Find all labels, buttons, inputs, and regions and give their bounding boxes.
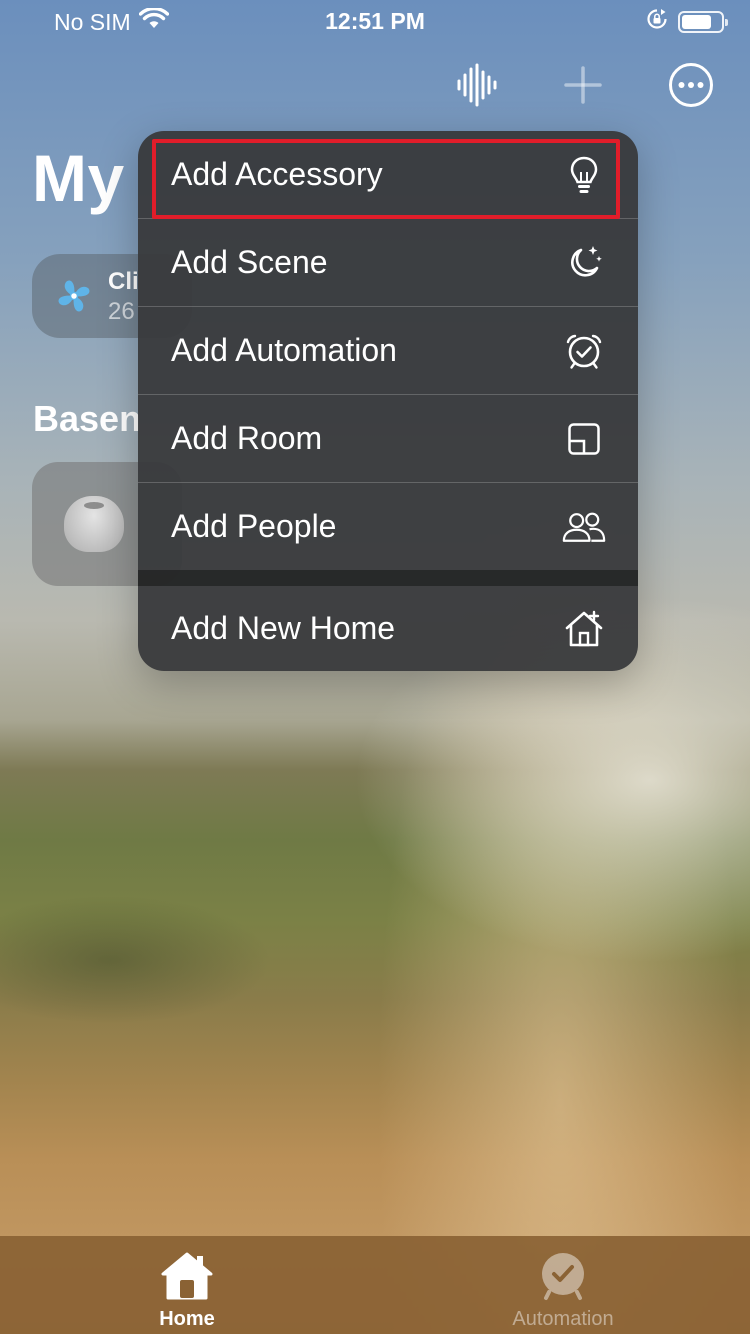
tab-automation[interactable]: Automation xyxy=(463,1236,663,1334)
menu-item-add-scene[interactable]: Add Scene xyxy=(138,219,638,306)
more-ellipsis-icon xyxy=(669,63,713,107)
menu-item-label: Add People xyxy=(171,508,337,544)
orientation-lock-icon xyxy=(646,8,668,36)
menu-item-add-room[interactable]: Add Room xyxy=(138,395,638,482)
add-button[interactable] xyxy=(560,62,606,108)
tab-bar: Home Automation xyxy=(0,1236,750,1334)
section-title: Basen xyxy=(33,398,142,439)
status-bar: No SIM 12:51 PM xyxy=(0,0,750,40)
moon-stars-icon xyxy=(562,241,606,285)
tab-label: Automation xyxy=(512,1308,614,1330)
plus-icon xyxy=(564,66,602,104)
menu-item-add-automation[interactable]: Add Automation xyxy=(138,307,638,394)
homepod-mini-icon xyxy=(64,496,124,552)
alarm-clock-icon xyxy=(562,329,606,373)
tab-label: Home xyxy=(159,1308,215,1330)
house-plus-icon xyxy=(562,607,606,651)
home-icon xyxy=(159,1248,215,1304)
climate-value: 26 xyxy=(108,298,135,325)
battery-fill xyxy=(682,15,711,29)
status-time: 12:51 PM xyxy=(325,8,425,34)
fan-icon xyxy=(54,276,94,321)
menu-item-label: Add Automation xyxy=(171,332,397,368)
status-right xyxy=(646,8,728,36)
battery-icon xyxy=(678,11,728,33)
highlight-box xyxy=(152,139,620,219)
voice-waveform-icon xyxy=(457,63,497,107)
room-icon xyxy=(562,417,606,461)
people-icon xyxy=(562,505,606,549)
tab-home[interactable]: Home xyxy=(87,1236,287,1334)
clock-check-icon xyxy=(535,1248,591,1304)
menu-section-separator xyxy=(138,570,638,586)
menu-item-add-new-home[interactable]: Add New Home xyxy=(138,586,638,671)
menu-item-label: Add Room xyxy=(171,420,323,456)
more-button[interactable] xyxy=(668,62,714,108)
page-title: My xyxy=(32,141,125,215)
menu-item-label: Add New Home xyxy=(171,610,396,646)
menu-item-label: Add Scene xyxy=(171,244,328,280)
voice-waveform-button[interactable] xyxy=(453,62,499,108)
menu-item-add-people[interactable]: Add People xyxy=(138,483,638,570)
climate-name: Cli xyxy=(108,268,139,295)
